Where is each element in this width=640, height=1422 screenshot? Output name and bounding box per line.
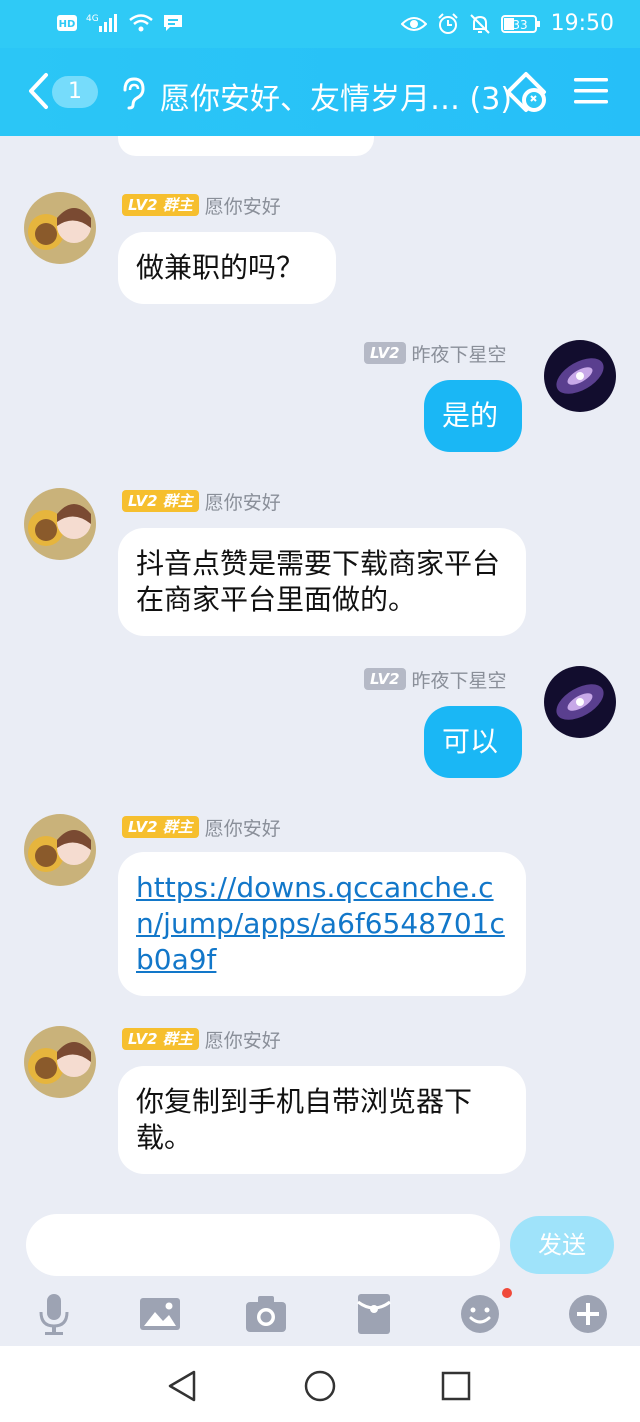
chat-title[interactable]: 愿你安好、友情岁月… (3) <box>160 74 512 118</box>
message-link[interactable]: https://downs.qccanche.cn/jump/apps/a6f6… <box>136 871 505 976</box>
sender-name[interactable]: 愿你安好 <box>205 814 281 841</box>
sender-name[interactable]: 愿你安好 <box>205 488 281 515</box>
battery-level: 33 <box>512 18 527 32</box>
emoji-icon[interactable] <box>458 1292 502 1336</box>
sender-meta: LV2 群主 愿你安好 <box>122 488 281 514</box>
network-type: 4G <box>86 14 99 24</box>
sender-meta: LV2 群主 愿你安好 <box>122 1026 281 1052</box>
sender-name[interactable]: 昨夜下星空 <box>412 340 507 367</box>
level-badge: LV2 群主 <box>122 816 199 838</box>
sender-avatar[interactable] <box>24 488 96 560</box>
level-badge: LV2 群主 <box>122 490 199 512</box>
eye-icon <box>400 16 427 31</box>
my-avatar[interactable] <box>544 340 616 412</box>
sender-avatar[interactable] <box>24 814 96 886</box>
menu-icon[interactable] <box>574 76 608 106</box>
send-button[interactable]: 发送 <box>510 1216 614 1274</box>
hd-icon: HD <box>57 15 77 31</box>
level-badge: LV2 群主 <box>122 1028 199 1050</box>
wifi-icon <box>129 14 153 32</box>
nav-recents-icon[interactable] <box>438 1368 474 1404</box>
sender-meta: LV2 群主 愿你安好 <box>122 814 281 840</box>
mute-bell-icon <box>469 13 490 34</box>
microphone-icon[interactable] <box>32 1292 76 1336</box>
battery-icon: 33 <box>500 14 540 33</box>
sender-avatar[interactable] <box>24 1026 96 1098</box>
alarm-icon <box>437 12 458 34</box>
sender-meta: LV2 昨夜下星空 <box>364 666 507 692</box>
level-badge: LV2 群主 <box>122 194 199 216</box>
message-bubble[interactable]: 你复制到手机自带浏览器下载。 <box>118 1066 526 1174</box>
status-bar: HD 4G 33 19:50 <box>0 0 640 48</box>
message-notification-icon <box>164 15 182 31</box>
sender-name[interactable]: 昨夜下星空 <box>412 666 507 693</box>
previous-message-bubble <box>118 136 374 156</box>
clock: 19:50 <box>550 11 614 36</box>
earpiece-mode-icon[interactable] <box>120 76 146 110</box>
level-badge: LV2 <box>364 342 406 364</box>
back-arrow-icon[interactable] <box>26 72 50 110</box>
my-avatar[interactable] <box>544 666 616 738</box>
unread-count-badge[interactable]: 1 <box>52 76 98 108</box>
composer: 发送 <box>0 1196 640 1280</box>
sender-name[interactable]: 愿你安好 <box>205 192 281 219</box>
message-input[interactable] <box>26 1214 500 1276</box>
message-bubble[interactable]: 可以 <box>424 706 522 778</box>
sender-meta: LV2 群主 愿你安好 <box>122 192 281 218</box>
chat-header: 1 愿你安好、友情岁月… (3) <box>0 48 640 136</box>
notification-dot <box>502 1288 512 1298</box>
message-bubble[interactable]: 抖音点赞是需要下载商家平台在商家平台里面做的。 <box>118 528 526 636</box>
red-packet-icon[interactable] <box>352 1292 396 1336</box>
nav-back-icon[interactable] <box>164 1368 200 1404</box>
message-bubble[interactable]: 是的 <box>424 380 522 452</box>
camera-icon[interactable] <box>244 1292 288 1336</box>
svg-text:HD: HD <box>59 19 76 30</box>
sender-meta: LV2 昨夜下星空 <box>364 340 507 366</box>
input-toolbar <box>0 1280 640 1346</box>
nav-home-icon[interactable] <box>302 1368 338 1404</box>
system-navigation-bar <box>0 1346 640 1422</box>
sender-name[interactable]: 愿你安好 <box>205 1026 281 1053</box>
level-badge: LV2 <box>364 668 406 690</box>
image-icon[interactable] <box>138 1292 182 1336</box>
group-app-icon[interactable] <box>504 70 550 114</box>
message-bubble[interactable]: 做兼职的吗？ <box>118 232 336 304</box>
sender-avatar[interactable] <box>24 192 96 264</box>
message-list[interactable]: LV2 群主 愿你安好 做兼职的吗？ LV2 昨夜下星空 是的 LV2 群主 愿… <box>0 136 640 1196</box>
plus-icon[interactable] <box>566 1292 610 1336</box>
message-bubble: https://downs.qccanche.cn/jump/apps/a6f6… <box>118 852 526 996</box>
cellular-signal-icon: 4G <box>86 14 117 32</box>
